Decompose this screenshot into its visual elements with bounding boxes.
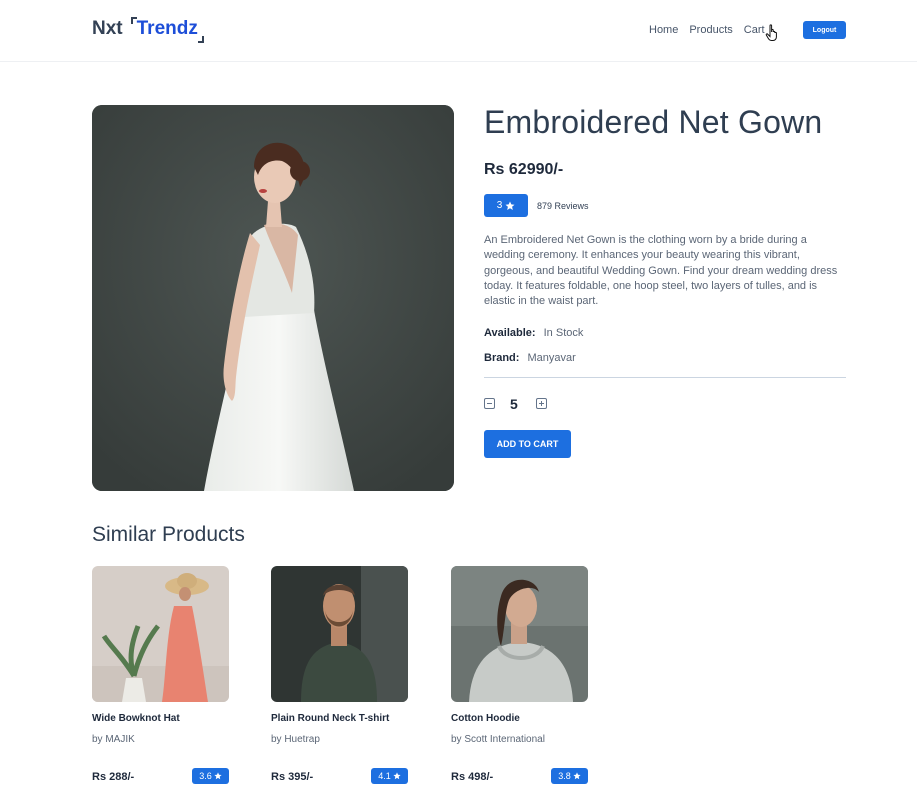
star-icon [573, 772, 581, 780]
similar-product-card[interactable]: Plain Round Neck T-shirt by Huetrap Rs 3… [271, 566, 408, 784]
logo-trendz-text: Trendz [130, 17, 204, 43]
navbar: Nxt Trendz Home Products Cart Logout [0, 0, 917, 62]
minus-square-icon[interactable] [484, 398, 495, 409]
product-title: Embroidered Net Gown [484, 104, 823, 140]
similar-product-brand: by Huetrap [271, 734, 320, 745]
availability-row: Available: In Stock [484, 327, 583, 339]
star-icon [505, 201, 515, 210]
logo-nxt-text: Nxt [92, 18, 123, 39]
brand-row: Brand: Manyavar [484, 352, 576, 364]
quantity-value: 5 [510, 396, 518, 412]
add-to-cart-button[interactable]: ADD TO CART [484, 430, 571, 458]
product-description: An Embroidered Net Gown is the clothing … [484, 234, 838, 308]
similar-product-rating-badge: 3.8 [551, 768, 588, 784]
similar-product-brand: by Scott International [451, 734, 545, 745]
brand-value: Manyavar [527, 352, 576, 364]
logout-button[interactable]: Logout [803, 21, 846, 39]
logo-bracket-bottom-right [197, 36, 204, 43]
hoodie-man-illustration [451, 566, 588, 702]
logo[interactable]: Nxt Trendz [92, 17, 204, 43]
similar-product-name: Cotton Hoodie [451, 713, 520, 724]
availability-label: Available: [484, 327, 536, 339]
divider [484, 377, 846, 378]
similar-product-rating-badge: 4.1 [371, 768, 408, 784]
hat-woman-illustration [92, 566, 229, 702]
star-icon [393, 772, 401, 780]
product-image [92, 105, 454, 491]
similar-product-name: Wide Bowknot Hat [92, 713, 180, 724]
tshirt-man-illustration [271, 566, 408, 702]
similar-product-rating-badge: 3.6 [192, 768, 229, 784]
similar-product-brand: by MAJIK [92, 734, 135, 745]
similar-product-image [271, 566, 408, 702]
logo-trendz-label: Trendz [136, 18, 198, 39]
similar-product-image [92, 566, 229, 702]
nav-link-products[interactable]: Products [689, 24, 732, 36]
product-rating-value: 3 [496, 200, 503, 211]
similar-product-rating: 4.1 [378, 771, 391, 781]
similar-product-image [451, 566, 588, 702]
product-reviews-count: 879 Reviews [537, 201, 589, 211]
similar-product-price: Rs 498/- [451, 771, 494, 783]
similar-product-name: Plain Round Neck T-shirt [271, 713, 390, 724]
nav-link-cart[interactable]: Cart [744, 24, 765, 36]
product-price: Rs 62990/- [484, 161, 564, 178]
similar-product-rating: 3.8 [558, 771, 571, 781]
bride-gown-illustration [92, 105, 454, 491]
logo-bracket-top-left [130, 17, 137, 24]
similar-products-heading: Similar Products [92, 523, 245, 546]
brand-label: Brand: [484, 352, 520, 364]
similar-product-price: Rs 395/- [271, 771, 314, 783]
star-icon [214, 772, 222, 780]
similar-product-rating: 3.6 [199, 771, 212, 781]
hand-pointer-icon [765, 24, 777, 41]
plus-square-icon[interactable] [536, 398, 547, 409]
similar-product-price: Rs 288/- [92, 771, 135, 783]
nav-link-home[interactable]: Home [649, 24, 678, 36]
similar-product-card[interactable]: Wide Bowknot Hat by MAJIK Rs 288/- 3.6 [92, 566, 229, 784]
availability-value: In Stock [543, 327, 584, 339]
similar-product-card[interactable]: Cotton Hoodie by Scott International Rs … [451, 566, 588, 784]
nav-links: Home Products Cart [649, 24, 776, 36]
product-rating-badge: 3 [484, 194, 528, 217]
